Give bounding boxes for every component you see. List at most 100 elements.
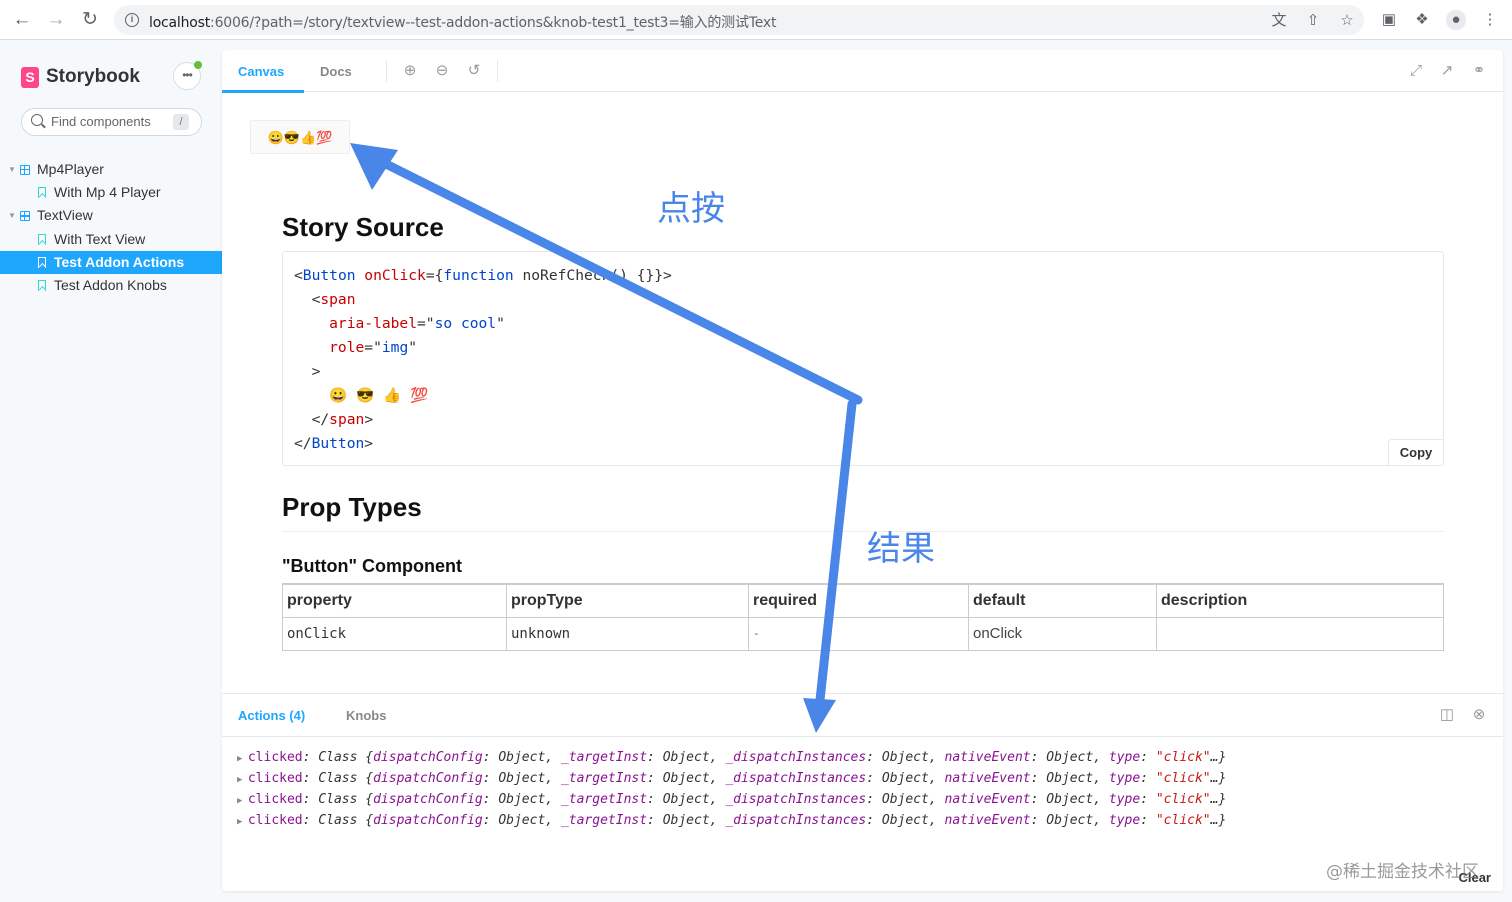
site-info-icon[interactable]: i	[125, 13, 139, 27]
log-punctuation: :	[482, 813, 499, 828]
code-token: img	[381, 339, 409, 356]
zoom-out-icon[interactable]: ⊖	[432, 61, 452, 81]
forward-arrow-icon[interactable]: →	[45, 9, 67, 31]
code-line: role="img"	[294, 336, 672, 360]
zoom-reset-icon[interactable]: ↺	[464, 61, 484, 81]
log-token: _targetInst	[560, 792, 648, 807]
log-token: Object	[1046, 771, 1094, 786]
tree-component-mp4player[interactable]: ▼ Mp4Player	[0, 158, 223, 181]
log-token: "click"	[1155, 813, 1211, 828]
expand-caret-icon[interactable]: ▼	[8, 204, 16, 227]
profile-avatar-icon[interactable]: ●	[1446, 10, 1466, 30]
share-icon[interactable]: ⇧	[1304, 12, 1322, 30]
log-token: type	[1108, 792, 1141, 807]
log-punctuation: :	[1030, 813, 1047, 828]
tab-canvas[interactable]: Canvas	[222, 50, 304, 93]
log-punctuation: {	[357, 792, 374, 807]
log-punctuation: ,	[709, 771, 726, 786]
search-icon	[31, 114, 43, 126]
log-punctuation: ,	[545, 750, 561, 765]
column-header: default	[968, 583, 1157, 618]
tree-label: With Mp 4 Player	[54, 184, 161, 201]
log-punctuation: ,	[545, 813, 561, 828]
log-token: Class	[318, 813, 358, 828]
annotation-result-label: 结果	[867, 529, 935, 569]
log-token: _targetInst	[560, 813, 648, 828]
action-log-entry[interactable]: ▶ clicked: Class {dispatchConfig: Object…	[237, 811, 1226, 832]
emoji-button[interactable]: 😀😎👍💯	[250, 120, 350, 154]
copy-button[interactable]: Copy	[1388, 439, 1444, 466]
tab-actions[interactable]: Actions (4)	[238, 694, 305, 736]
tree-component-textview[interactable]: ▼ TextView	[0, 204, 223, 227]
preview-toolbar: Canvas Docs ⊕ ⊖ ↺ ⤢ ↗ ⚭	[222, 50, 1503, 93]
extensions-puzzle-icon[interactable]: ❖	[1412, 10, 1432, 30]
address-bar[interactable]: i localhost:6006/?path=/story/textview--…	[114, 5, 1364, 35]
sidebar: S Storybook ••• / ▼ Mp4Player With Mp 4 …	[0, 41, 223, 902]
log-token: "click"	[1155, 771, 1211, 786]
log-punctuation: ,	[1093, 813, 1109, 828]
log-punctuation: :	[1140, 750, 1156, 765]
code-token: </	[294, 435, 312, 452]
extension-app-icon[interactable]: ▣	[1379, 10, 1399, 30]
log-token: _dispatchInstances	[725, 771, 867, 786]
close-panel-icon[interactable]: ⊗	[1469, 705, 1489, 725]
search-box[interactable]: /	[21, 108, 202, 136]
log-punctuation: :	[647, 792, 663, 807]
zoom-in-icon[interactable]: ⊕	[400, 61, 420, 81]
expand-triangle-icon: ▶	[237, 796, 248, 806]
action-log-entry[interactable]: ▶ clicked: Class {dispatchConfig: Object…	[237, 790, 1226, 811]
log-token: clicked	[247, 750, 303, 765]
action-log-entry[interactable]: ▶ clicked: Class {dispatchConfig: Object…	[237, 769, 1226, 790]
log-punctuation: :	[1140, 813, 1156, 828]
code-block: <Button onClick={function noRefCheck() {…	[282, 251, 1444, 466]
tab-docs[interactable]: Docs	[320, 50, 352, 92]
log-token: Object	[881, 750, 929, 765]
translate-icon[interactable]: 文	[1270, 12, 1288, 30]
code-token: <	[294, 291, 321, 308]
log-punctuation: ,	[709, 813, 726, 828]
back-arrow-icon[interactable]: ←	[11, 9, 33, 31]
log-punctuation: :	[866, 771, 882, 786]
column-header: required	[748, 583, 969, 618]
log-token: Class	[318, 771, 358, 786]
log-punctuation: :	[1030, 750, 1047, 765]
log-token: Object	[498, 792, 546, 807]
tree-story-with-mp4-player[interactable]: With Mp 4 Player	[0, 181, 223, 204]
log-punctuation: :	[302, 813, 319, 828]
log-punctuation: ,	[928, 771, 945, 786]
code-line: 😀 😎 👍 💯	[294, 387, 429, 404]
bookmark-star-icon[interactable]: ☆	[1338, 12, 1356, 30]
open-new-tab-icon[interactable]: ↗	[1437, 61, 1457, 81]
expand-caret-icon[interactable]: ▼	[8, 158, 16, 181]
column-header: propType	[506, 583, 749, 618]
code-token: ="	[364, 339, 382, 356]
log-token: Object	[498, 813, 546, 828]
log-token: "click"	[1155, 750, 1211, 765]
action-log-entry[interactable]: ▶ clicked: Class {dispatchConfig: Object…	[237, 748, 1226, 769]
reload-icon[interactable]: ↻	[79, 9, 101, 31]
tree-story-test-addon-knobs[interactable]: Test Addon Knobs	[0, 274, 223, 297]
log-token: Object	[881, 792, 929, 807]
copy-link-icon[interactable]: ⚭	[1469, 61, 1489, 81]
code-line: </span>	[294, 408, 672, 432]
tree-story-test-addon-actions[interactable]: Test Addon Actions	[0, 250, 223, 274]
browser-menu-icon[interactable]: ⋮	[1480, 10, 1500, 30]
search-input[interactable]	[51, 114, 171, 129]
log-punctuation: :	[647, 771, 663, 786]
code-token: ="	[417, 315, 435, 332]
story-source-heading: Story Source	[282, 212, 444, 242]
tree-label: Mp4Player	[37, 161, 104, 177]
url-text[interactable]: localhost:6006/?path=/story/textview--te…	[149, 12, 776, 32]
component-icon	[20, 165, 30, 175]
log-token: clicked	[247, 813, 303, 828]
log-punctuation: :	[1030, 771, 1047, 786]
fullscreen-icon[interactable]: ⤢	[1406, 61, 1426, 81]
log-token: nativeEvent	[944, 792, 1031, 807]
log-token: Object	[881, 813, 929, 828]
tab-knobs[interactable]: Knobs	[346, 694, 386, 736]
storybook-logo[interactable]: S Storybook	[21, 66, 140, 88]
tree-story-with-text-view[interactable]: With Text View	[0, 228, 223, 251]
log-punctuation: :	[866, 813, 882, 828]
panel-orientation-icon[interactable]: ◫	[1437, 705, 1457, 725]
log-punctuation: :	[482, 792, 499, 807]
